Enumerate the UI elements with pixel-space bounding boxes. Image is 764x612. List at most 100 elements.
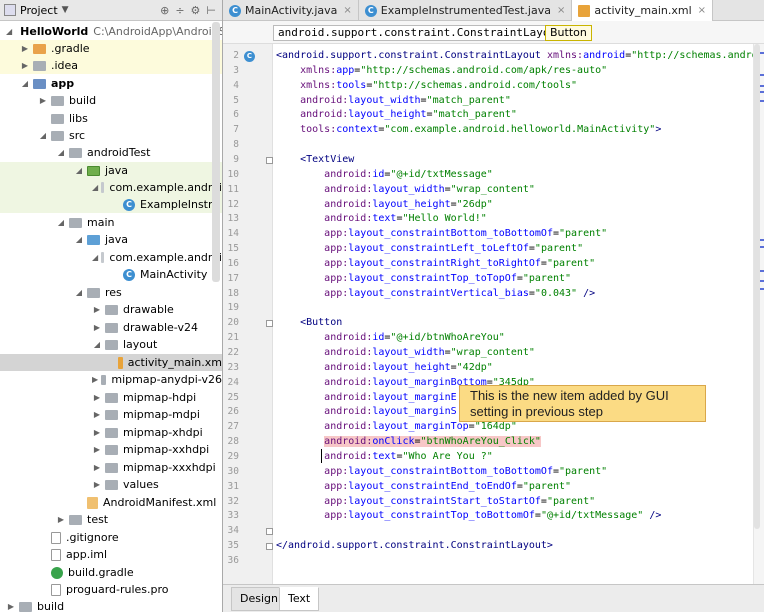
- collapsed-arrow-icon[interactable]: ▶: [92, 463, 102, 472]
- fold-icon[interactable]: [266, 156, 273, 164]
- code-line: </android.support.constraint.ConstraintL…: [276, 538, 553, 553]
- tab-exampleinstrumentedtest-java[interactable]: C ExampleInstrumentedTest.java ×: [359, 0, 573, 21]
- collapsed-arrow-icon[interactable]: ▶: [92, 393, 102, 402]
- collapsed-arrow-icon[interactable]: ▶: [92, 323, 102, 332]
- line-number: 3: [233, 64, 239, 76]
- tab-text[interactable]: Text: [279, 587, 320, 611]
- tree-item[interactable]: AndroidManifest.xml: [0, 494, 222, 511]
- editor-scrollbar[interactable]: [754, 44, 760, 529]
- tree-item[interactable]: .gitignore: [0, 529, 222, 546]
- collapsed-arrow-icon[interactable]: ▶: [20, 61, 30, 70]
- code-line: <TextView: [276, 152, 354, 167]
- tree-item[interactable]: libs: [0, 110, 222, 127]
- expanded-arrow-icon[interactable]: ◢: [92, 340, 102, 349]
- tree-item[interactable]: activity_main.xm: [0, 354, 222, 371]
- tree-item[interactable]: proguard-rules.pro: [0, 581, 222, 598]
- fold-icon[interactable]: [266, 320, 273, 328]
- line-number: 4: [233, 79, 239, 91]
- expanded-arrow-icon[interactable]: ◢: [6, 27, 12, 36]
- collapsed-arrow-icon[interactable]: ▶: [92, 410, 102, 419]
- expanded-arrow-icon[interactable]: ◢: [38, 131, 48, 140]
- tree-item[interactable]: ▶ build: [0, 598, 222, 612]
- tree-item[interactable]: ▶ mipmap-xxxhdpi: [0, 459, 222, 476]
- tree-item[interactable]: ◢ main: [0, 214, 222, 231]
- tree-item[interactable]: ◢ com.example.androi: [0, 179, 222, 196]
- tree-scrollbar[interactable]: [212, 22, 220, 282]
- tree-item[interactable]: C MainActivity: [0, 266, 222, 283]
- tree-item[interactable]: ◢ res: [0, 284, 222, 301]
- tree-item[interactable]: ▶ .gradle: [0, 40, 222, 57]
- tree-item[interactable]: ▶ mipmap-anydpi-v26: [0, 371, 222, 388]
- close-icon[interactable]: ×: [557, 5, 565, 16]
- collapsed-arrow-icon[interactable]: ▶: [56, 515, 66, 524]
- expanded-arrow-icon[interactable]: ◢: [56, 148, 66, 157]
- tree-item-label: res: [105, 286, 122, 299]
- tree-item[interactable]: ◢ HelloWorld C:\AndroidApp\AndroidSt: [0, 23, 222, 40]
- expanded-arrow-icon[interactable]: ◢: [92, 183, 98, 192]
- expanded-arrow-icon[interactable]: ◢: [74, 166, 84, 175]
- tree-item[interactable]: ▶ mipmap-mdpi: [0, 406, 222, 423]
- tree-item[interactable]: ◢ androidTest: [0, 144, 222, 161]
- code-token: app:: [324, 243, 349, 255]
- tree-item[interactable]: app.iml: [0, 546, 222, 563]
- tree-item[interactable]: build.gradle: [0, 564, 222, 581]
- folder-icon: [105, 462, 118, 473]
- tree-item[interactable]: ◢ java: [0, 231, 222, 248]
- code-editor[interactable]: <android.support.constraint.ConstraintLa…: [273, 44, 753, 584]
- collapsed-arrow-icon[interactable]: ▶: [92, 445, 102, 454]
- code-token: "@+id/txtMessage": [390, 168, 493, 180]
- tree-item[interactable]: ▶ mipmap-xxhdpi: [0, 441, 222, 458]
- tree-item[interactable]: ▶ drawable: [0, 301, 222, 318]
- tree-item[interactable]: ◢ app: [0, 75, 222, 92]
- hide-icon[interactable]: ⊢: [206, 4, 216, 17]
- collapsed-arrow-icon[interactable]: ▶: [20, 44, 30, 53]
- tree-item[interactable]: ▶ drawable-v24: [0, 319, 222, 336]
- class-reference-icon[interactable]: C: [244, 51, 255, 62]
- chevron-down-icon[interactable]: ▼: [62, 5, 69, 15]
- code-token: app:: [324, 465, 349, 477]
- tree-item[interactable]: ◢ java: [0, 162, 222, 179]
- code-line: app:layout_constraintBottom_toBottomOf="…: [276, 226, 607, 241]
- tree-item[interactable]: ▶ mipmap-hdpi: [0, 389, 222, 406]
- breadcrumb-item-button[interactable]: Button: [545, 25, 592, 41]
- tree-item[interactable]: ▶ build: [0, 92, 222, 109]
- tree-item[interactable]: C ExampleInstru: [0, 196, 222, 213]
- code-line: app:layout_constraintLeft_toLeftOf="pare…: [276, 241, 583, 256]
- breadcrumb-item-constraintlayout[interactable]: android.support.constraint.ConstraintLay…: [273, 25, 568, 41]
- code-token: android:: [324, 361, 373, 373]
- collapse-icon[interactable]: ÷: [175, 4, 184, 17]
- sync-icon[interactable]: ⊕: [160, 4, 169, 17]
- close-icon[interactable]: ×: [343, 5, 351, 16]
- close-icon[interactable]: ×: [698, 5, 706, 16]
- collapsed-arrow-icon[interactable]: ▶: [92, 305, 102, 314]
- gear-icon[interactable]: ⚙: [191, 4, 201, 17]
- tree-item[interactable]: ◢ com.example.androi: [0, 249, 222, 266]
- collapsed-arrow-icon[interactable]: ▶: [92, 480, 102, 489]
- folder-icon: [33, 60, 46, 71]
- expanded-arrow-icon[interactable]: ◢: [74, 235, 84, 244]
- tab-activity_main-xml[interactable]: activity_main.xml ×: [572, 0, 714, 21]
- fold-icon[interactable]: [266, 543, 273, 551]
- expanded-arrow-icon[interactable]: ◢: [74, 288, 84, 297]
- tree-item[interactable]: ▶ values: [0, 476, 222, 493]
- collapsed-arrow-icon[interactable]: ▶: [92, 375, 98, 384]
- code-token: "parent": [546, 495, 596, 507]
- expanded-arrow-icon[interactable]: ◢: [92, 253, 98, 262]
- collapsed-arrow-icon[interactable]: ▶: [92, 428, 102, 437]
- tree-item[interactable]: ▶ mipmap-xhdpi: [0, 424, 222, 441]
- collapsed-arrow-icon[interactable]: ▶: [6, 602, 16, 611]
- tree-item[interactable]: ◢ layout: [0, 336, 222, 353]
- expanded-arrow-icon[interactable]: ◢: [56, 218, 66, 227]
- tree-item[interactable]: ◢ src: [0, 127, 222, 144]
- fold-icon[interactable]: [266, 528, 273, 536]
- tree-item[interactable]: ▶ test: [0, 511, 222, 528]
- collapsed-arrow-icon[interactable]: ▶: [38, 96, 48, 105]
- tree-item[interactable]: ▶ .idea: [0, 57, 222, 74]
- code-line: android:layout_width="wrap_content": [276, 345, 535, 360]
- project-panel-title[interactable]: Project: [20, 4, 58, 17]
- tab-mainactivity-java[interactable]: C MainActivity.java ×: [223, 0, 359, 21]
- expanded-arrow-icon[interactable]: ◢: [20, 79, 30, 88]
- iml-file-icon: [51, 548, 61, 561]
